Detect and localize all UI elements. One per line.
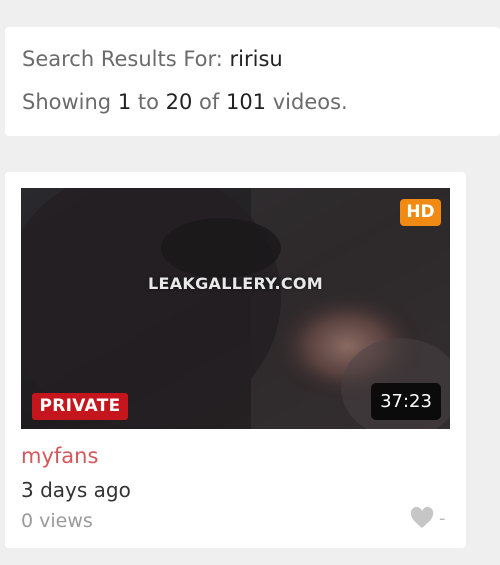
range-end: 20 bbox=[165, 90, 193, 114]
upload-time: 3 days ago bbox=[21, 478, 131, 502]
videos-label: videos. bbox=[266, 90, 348, 114]
search-query: ririsu bbox=[229, 47, 283, 71]
to-label: to bbox=[131, 90, 166, 114]
like-button[interactable]: - bbox=[409, 506, 446, 530]
channel-link[interactable]: myfans bbox=[21, 444, 98, 468]
hd-badge: HD bbox=[400, 199, 441, 226]
search-results-heading: Search Results For: ririsu bbox=[22, 47, 283, 71]
search-prefix: Search Results For: bbox=[22, 47, 230, 71]
watermark-text: LEAKGALLERY.COM bbox=[148, 274, 323, 293]
video-card: LEAKGALLERY.COM HD PRIVATE 37:23 myfans … bbox=[5, 172, 466, 548]
like-count: - bbox=[439, 507, 446, 529]
video-thumbnail[interactable]: LEAKGALLERY.COM HD PRIVATE 37:23 bbox=[21, 188, 450, 429]
private-badge: PRIVATE bbox=[32, 393, 128, 420]
results-count: Showing 1 to 20 of 101 videos. bbox=[22, 90, 348, 114]
search-results-panel: Search Results For: ririsu Showing 1 to … bbox=[5, 27, 500, 136]
total-count: 101 bbox=[225, 90, 267, 114]
view-count: 0 views bbox=[21, 510, 93, 532]
heart-icon bbox=[410, 507, 434, 528]
showing-label: Showing bbox=[22, 90, 118, 114]
range-start: 1 bbox=[117, 90, 132, 114]
of-label: of bbox=[192, 90, 226, 114]
duration-badge: 37:23 bbox=[371, 383, 441, 420]
